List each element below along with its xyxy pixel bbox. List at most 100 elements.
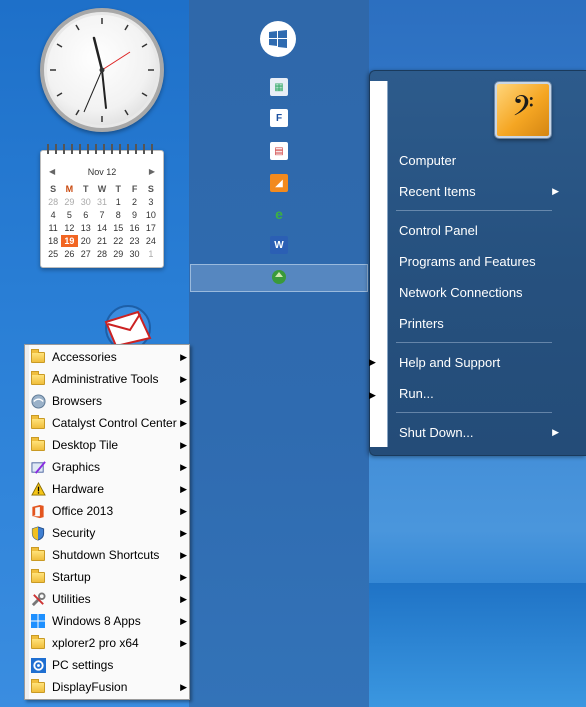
program-item-hardware[interactable]: Hardware ▶ — [27, 478, 189, 500]
calendar-day[interactable]: 29 — [110, 248, 126, 260]
program-item-pc-settings[interactable]: PC settings — [27, 654, 189, 676]
start-menu-run[interactable]: Run... — [399, 382, 559, 404]
calendar-day[interactable]: 27 — [78, 248, 94, 260]
program-item-startup[interactable]: Startup ▶ — [27, 566, 189, 588]
calendar-day[interactable]: 12 — [61, 222, 77, 234]
program-item-security[interactable]: Security ▶ — [27, 522, 189, 544]
calendar-day[interactable]: 8 — [110, 209, 126, 221]
calendar-day[interactable]: 23 — [126, 235, 142, 247]
program-item-shutdown-shortcuts[interactable]: Shutdown Shortcuts ▶ — [27, 544, 189, 566]
start-menu-shut-down[interactable]: Shut Down... ▶ — [399, 421, 559, 443]
pinned-app-icon-4[interactable]: ◢ — [270, 174, 288, 192]
start-menu-computer[interactable]: Computer — [399, 149, 559, 171]
program-item-office-2013[interactable]: Office 2013 ▶ — [27, 500, 189, 522]
calendar-day[interactable]: 5 — [61, 209, 77, 221]
weekday-label: T — [115, 184, 122, 194]
weekday-label: S — [147, 184, 154, 194]
calendar-day[interactable]: 28 — [45, 196, 61, 208]
weekday-label: W — [97, 184, 107, 194]
windows-logo-icon[interactable] — [260, 21, 296, 57]
program-item-browsers[interactable]: Browsers ▶ — [27, 390, 189, 412]
calendar-day[interactable]: 20 — [78, 235, 94, 247]
chevron-right-icon: ▶ — [180, 351, 187, 362]
folder-icon — [31, 546, 45, 561]
program-item-desktop-tile[interactable]: Desktop Tile ▶ — [27, 434, 189, 456]
calendar-day[interactable]: 1 — [143, 248, 159, 260]
calendar-day[interactable]: 24 — [143, 235, 159, 247]
program-item-displayfusion[interactable]: DisplayFusion ▶ — [27, 676, 189, 698]
pinned-app-icon-7[interactable] — [270, 268, 288, 286]
program-item-graphics[interactable]: Graphics ▶ — [27, 456, 189, 478]
calendar-day[interactable]: 6 — [78, 209, 94, 221]
start-menu-recent-items[interactable]: Recent Items ▶ — [399, 180, 559, 202]
start-menu-programs-features[interactable]: Programs and Features — [399, 250, 559, 272]
chevron-right-icon: ▶ — [180, 439, 187, 450]
calendar-day[interactable]: 26 — [61, 248, 77, 260]
calendar-month-label: Nov 12 — [87, 167, 117, 177]
calendar-day[interactable]: 10 — [143, 209, 159, 221]
chevron-right-icon: ▶ — [180, 461, 187, 472]
graphics-icon — [29, 459, 47, 475]
folder-icon — [31, 436, 45, 451]
start-menu-network-connections[interactable]: Network Connections — [399, 281, 559, 303]
calendar-day[interactable]: 30 — [78, 196, 94, 208]
calendar-day[interactable]: 1 — [110, 196, 126, 208]
program-item-label: Windows 8 Apps — [52, 614, 141, 628]
separator — [396, 210, 552, 211]
start-menu-help-support[interactable]: Help and Support — [399, 351, 559, 373]
program-item-catalyst-control-center[interactable]: Catalyst Control Center ▶ — [27, 412, 189, 434]
program-item-label: Startup — [52, 570, 91, 584]
calendar-day[interactable]: 21 — [94, 235, 110, 247]
start-menu-item-label: Printers — [399, 315, 444, 331]
calendar-day[interactable]: 28 — [94, 248, 110, 260]
calendar-day[interactable]: 16 — [126, 222, 142, 234]
calendar-day[interactable]: 2 — [126, 196, 142, 208]
calendar-day[interactable]: 17 — [143, 222, 159, 234]
chevron-right-icon: ▶ — [180, 593, 187, 604]
clock-gadget[interactable] — [40, 8, 164, 132]
program-item-administrative-tools[interactable]: Administrative Tools ▶ — [27, 368, 189, 390]
calendar-header: ◀ Nov 12 ▶ — [41, 167, 163, 181]
calendar-day-today[interactable]: 19 — [61, 235, 78, 247]
desktop-wallpaper-band — [369, 583, 586, 707]
program-item-utilities[interactable]: Utilities ▶ — [27, 588, 189, 610]
calendar-day[interactable]: 15 — [110, 222, 126, 234]
pinned-app-icon-5[interactable]: e — [270, 205, 288, 223]
all-programs-menu: Accessories ▶ Administrative Tools ▶ Bro… — [24, 344, 190, 700]
mail-gadget-icon[interactable] — [98, 298, 162, 344]
start-menu-item-label: Computer — [399, 152, 457, 168]
program-item-accessories[interactable]: Accessories ▶ — [27, 346, 189, 368]
calendar-day[interactable]: 31 — [94, 196, 110, 208]
chevron-right-icon: ▶ — [180, 615, 187, 626]
calendar-day[interactable]: 25 — [45, 248, 61, 260]
calendar-day[interactable]: 13 — [78, 222, 94, 234]
calendar-next-icon[interactable]: ▶ — [149, 167, 155, 176]
pinned-app-icon-6[interactable]: W — [270, 236, 288, 254]
calendar-gadget[interactable]: ◀ Nov 12 ▶ S M T W T F S 28 29 30 31 1 2… — [40, 144, 164, 268]
user-avatar[interactable]: 𝄢 — [495, 82, 551, 138]
windows-icon — [29, 613, 47, 629]
calendar-day[interactable]: 7 — [94, 209, 110, 221]
pinned-app-icon-3[interactable]: ▤ — [270, 142, 288, 160]
start-menu-printers[interactable]: Printers — [399, 312, 559, 334]
calendar-day[interactable]: 9 — [126, 209, 142, 221]
program-item-windows-8-apps[interactable]: Windows 8 Apps ▶ — [27, 610, 189, 632]
calendar-day[interactable]: 3 — [143, 196, 159, 208]
calendar-day[interactable]: 11 — [45, 222, 61, 234]
calendar-day[interactable]: 18 — [45, 235, 61, 247]
calendar-day[interactable]: 29 — [61, 196, 77, 208]
calendar-day[interactable]: 4 — [45, 209, 61, 221]
start-strip — [189, 0, 369, 707]
folder-icon — [31, 568, 45, 583]
calendar-prev-icon[interactable]: ◀ — [49, 167, 55, 176]
chevron-right-icon: ▶ — [180, 637, 187, 648]
calendar-day[interactable]: 14 — [94, 222, 110, 234]
start-menu-item-label: Control Panel — [399, 222, 478, 238]
calendar-day[interactable]: 22 — [110, 235, 126, 247]
calendar-day[interactable]: 30 — [126, 248, 142, 260]
program-item-xplorer2[interactable]: xplorer2 pro x64 ▶ — [27, 632, 189, 654]
pinned-app-icon-2[interactable]: F — [270, 109, 288, 127]
start-menu-control-panel[interactable]: Control Panel — [399, 219, 559, 241]
weekday-label: F — [131, 184, 138, 194]
pinned-app-icon-1[interactable]: ▦ — [270, 78, 288, 96]
